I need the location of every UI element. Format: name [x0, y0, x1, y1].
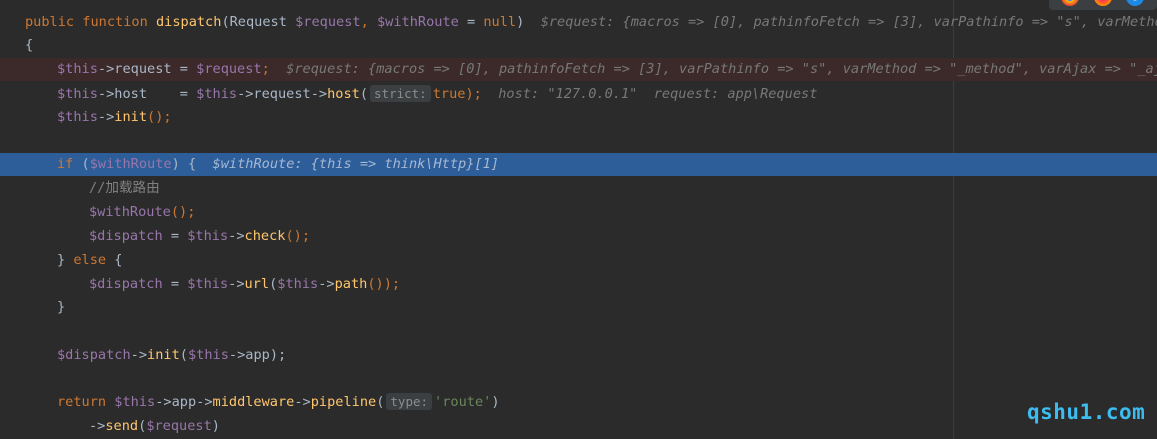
- function-name: check: [244, 228, 286, 244]
- execution-point-line[interactable]: if ($withRoute) { $withRoute: {this => t…: [0, 153, 1157, 176]
- variable: $withRoute: [89, 204, 171, 220]
- code-text: ->request->: [237, 86, 328, 102]
- code-text: ->app);: [228, 347, 287, 363]
- code-text: ->: [89, 418, 106, 434]
- code-line[interactable]: $withRoute();: [0, 201, 1157, 224]
- code-line[interactable]: ->send($request): [0, 415, 1157, 438]
- breakpoint-line[interactable]: $this->request = $request; $request: {ma…: [0, 58, 1157, 81]
- code-text: ());: [367, 276, 401, 292]
- code-text: (Request: [221, 14, 296, 30]
- function-name: init: [147, 347, 180, 363]
- function-name: middleware: [212, 394, 295, 410]
- code-text: (: [179, 347, 188, 363]
- code-text: (: [376, 394, 385, 410]
- variable: $this: [57, 61, 98, 77]
- variable: $this: [187, 228, 229, 244]
- code-text: ->request =: [97, 61, 197, 77]
- function-name: dispatch: [155, 14, 222, 30]
- string-literal: 'route': [434, 394, 492, 410]
- code-text: ): [516, 14, 525, 30]
- code-text: ->: [318, 276, 335, 292]
- code-line[interactable]: } else {: [0, 249, 1157, 272]
- code-text: ->: [294, 394, 311, 410]
- code-line[interactable]: }: [0, 296, 1157, 319]
- brace: {: [25, 37, 34, 53]
- variable: $request: [146, 418, 212, 434]
- code-text: (: [359, 86, 369, 102]
- variable: $this: [57, 86, 98, 102]
- variable: $dispatch: [89, 228, 163, 244]
- variable: $this: [277, 276, 319, 292]
- code-text: ->: [130, 347, 148, 363]
- code-text: =: [162, 276, 188, 292]
- code-line[interactable]: */: [0, 0, 1157, 11]
- code-line[interactable]: $this->init();: [0, 106, 1157, 129]
- semicolon: ;: [261, 61, 270, 77]
- code-line[interactable]: public function dispatch(Request $reques…: [0, 11, 1157, 34]
- keyword: true: [432, 86, 466, 102]
- function-name: send: [105, 418, 139, 434]
- keyword: public function: [25, 14, 148, 30]
- variable: $this: [187, 347, 229, 363]
- code-text: }: [57, 252, 74, 268]
- code-text: ->host =: [97, 86, 197, 102]
- code-line[interactable]: $dispatch = $this->check();: [0, 225, 1157, 248]
- brace: }: [57, 299, 66, 315]
- variable: $dispatch: [89, 276, 163, 292]
- function-name: pipeline: [310, 394, 377, 410]
- code-text: ();: [147, 109, 172, 125]
- variable: $request: [196, 61, 262, 77]
- code-line[interactable]: {: [0, 34, 1157, 57]
- variable: $dispatch: [57, 347, 131, 363]
- code-line[interactable]: $dispatch->init($this->app);: [0, 344, 1157, 367]
- variable: $withRoute: [376, 14, 459, 30]
- function-name: url: [244, 276, 270, 292]
- code-text: ): [491, 394, 500, 410]
- function-name: path: [334, 276, 368, 292]
- keyword: return: [57, 394, 107, 410]
- variable: $this: [187, 276, 229, 292]
- code-text: {: [106, 252, 123, 268]
- code-text: (: [73, 156, 90, 172]
- code-line[interactable]: return $this->app->middleware->pipeline(…: [0, 391, 1157, 414]
- code-text: =: [162, 228, 188, 244]
- code-text: ): [211, 418, 220, 434]
- debug-inline-value: $withRoute: {this => think\Http}[1]: [212, 156, 499, 172]
- code-text: ->: [228, 228, 245, 244]
- variable: $this: [114, 394, 156, 410]
- variable: $request: [295, 14, 361, 30]
- debug-inline-value: $request: {macros => [0], pathinfoFetch …: [286, 61, 1157, 77]
- code-text: =: [458, 14, 484, 30]
- code-text: ();: [170, 204, 196, 220]
- code-text: ) {: [171, 156, 197, 172]
- code-text: ->: [228, 276, 245, 292]
- variable: $withRoute: [89, 156, 172, 172]
- debug-inline-value: host: "127.0.0.1" request: app\Request: [498, 86, 818, 102]
- code-text: ->app->: [155, 394, 213, 410]
- code-text: ->: [97, 109, 115, 125]
- keyword: if: [57, 156, 74, 172]
- keyword: else: [73, 252, 107, 268]
- variable: $this: [57, 109, 98, 125]
- code-text: ,: [360, 14, 377, 30]
- comment: //加载路由: [89, 180, 160, 196]
- keyword: null: [483, 14, 517, 30]
- function-name: init: [114, 109, 148, 125]
- variable: $this: [196, 86, 238, 102]
- code-line[interactable]: $this->host = $this->request->host(stric…: [0, 83, 1157, 106]
- function-name: host: [327, 86, 360, 102]
- code-text: ();: [285, 228, 311, 244]
- code-line[interactable]: //加载路由: [0, 177, 1157, 200]
- debug-inline-value: $request: {macros => [0], pathinfoFetch …: [540, 14, 1157, 30]
- watermark: qshu1.com: [1027, 400, 1146, 424]
- code-text: );: [465, 86, 482, 102]
- code-line[interactable]: $dispatch = $this->url($this->path());: [0, 273, 1157, 296]
- parameter-hint: strict:: [370, 85, 431, 102]
- parameter-hint: type:: [386, 393, 433, 410]
- code-editor[interactable]: */ public function dispatch(Request $req…: [0, 0, 1157, 439]
